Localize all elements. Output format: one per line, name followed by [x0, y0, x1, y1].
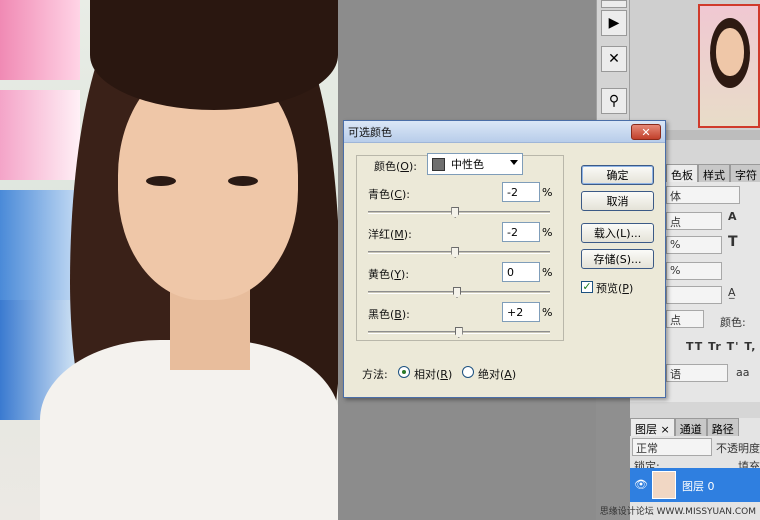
shelf-decor	[0, 190, 80, 300]
slider-track[interactable]	[368, 287, 550, 298]
type-style-buttons[interactable]: TT Tr T' T,	[686, 340, 756, 353]
method-relative-radio[interactable]	[398, 366, 410, 378]
blend-mode-text: 正常	[636, 442, 658, 455]
scale-unit: %	[670, 238, 681, 251]
tool-icon[interactable]	[601, 0, 627, 8]
layer-row[interactable]: 👁 图层 0	[630, 468, 760, 502]
color-label: 颜色:	[720, 316, 746, 329]
chevron-down-icon	[510, 160, 518, 165]
layer-thumbnail	[652, 471, 676, 499]
watermark: 思缘设计论坛 WWW.MISSYUAN.COM	[599, 507, 756, 517]
slider-value-input[interactable]: +2	[502, 302, 540, 322]
tab-layers[interactable]: 图层 ×	[630, 418, 675, 436]
ok-button[interactable]: 确定	[581, 165, 654, 185]
layer-name: 图层 0	[682, 480, 715, 493]
hair-top	[90, 0, 338, 110]
shelf-decor	[0, 90, 80, 180]
tab-paths[interactable]: 路径	[706, 418, 739, 436]
baseline-unit: 点	[670, 314, 681, 327]
method-label: 方法:	[362, 368, 388, 381]
slider-value-input[interactable]: -2	[502, 222, 540, 242]
dialog-title: 可选颜色	[348, 125, 392, 139]
percent-sign: %	[542, 226, 553, 239]
color-label: 颜色(O):	[374, 160, 417, 173]
baseline-icon: A̲	[728, 286, 736, 299]
slider-label: 黑色(B):	[368, 308, 410, 321]
preview-checkbox[interactable]: ✓	[581, 281, 593, 293]
slider-label: 黄色(Y):	[368, 268, 410, 281]
percent-sign: %	[542, 186, 553, 199]
slider-track[interactable]	[368, 207, 550, 218]
navigator-thumbnail[interactable]	[698, 4, 760, 128]
tab-swatches[interactable]: 色板	[666, 164, 698, 182]
method-absolute-label: 绝对(A)	[478, 368, 517, 381]
kerning-field[interactable]	[666, 286, 722, 304]
language-text: 语	[670, 368, 681, 381]
leading-icon: A	[728, 210, 737, 223]
tools-icon[interactable]: ✕	[601, 46, 627, 72]
dialog-titlebar[interactable]: 可选颜色 ✕	[344, 121, 665, 143]
photo-canvas[interactable]	[0, 0, 338, 520]
tab-character[interactable]: 字符	[730, 164, 760, 182]
eye-right	[228, 176, 258, 186]
load-button[interactable]: 载入(L)...	[581, 223, 654, 243]
shelf-decor	[0, 0, 80, 80]
color-select[interactable]: 中性色	[427, 153, 523, 175]
selective-color-dialog: 可选颜色 ✕ 颜色(O): 中性色 青色(C): -2% 洋红(M): -2% 黄色(Y…	[343, 120, 666, 398]
close-icon[interactable]: ✕	[631, 124, 661, 140]
character-tabs: 色板 样式 字符	[666, 164, 760, 182]
method-absolute-radio[interactable]	[462, 366, 474, 378]
slider-value-input[interactable]: -2	[502, 182, 540, 202]
opacity-label: 不透明度	[716, 442, 760, 455]
save-button[interactable]: 存储(S)...	[581, 249, 654, 269]
eye-icon[interactable]: 👁	[634, 478, 648, 491]
tab-styles[interactable]: 样式	[698, 164, 730, 182]
eye-left	[146, 176, 176, 186]
slider-label: 青色(C):	[368, 188, 410, 201]
percent-sign: %	[542, 266, 553, 279]
navigator-panel	[630, 0, 760, 140]
tracking-unit: %	[670, 264, 681, 277]
slider-label: 洋红(M):	[368, 228, 412, 241]
slider-track[interactable]	[368, 327, 550, 338]
play-icon[interactable]: ▶	[601, 10, 627, 36]
plug-icon[interactable]: ⚲	[601, 88, 627, 114]
tab-channels[interactable]: 通道	[674, 418, 707, 436]
color-select-value: 中性色	[451, 158, 484, 171]
font-family-text: 体	[670, 190, 681, 203]
percent-sign: %	[542, 306, 553, 319]
neutral-swatch-icon	[432, 157, 445, 171]
cancel-button[interactable]: 取消	[581, 191, 654, 211]
preview-label: 预览(P)	[596, 282, 634, 295]
slider-value-input[interactable]: 0	[502, 262, 540, 282]
vertical-scale-icon: T	[728, 234, 738, 250]
tool-strip: ▶ ✕ ⚲	[596, 0, 630, 125]
slider-track[interactable]	[368, 247, 550, 258]
layer-tabs: 图层 × 通道 路径	[630, 418, 739, 436]
font-size-unit: 点	[670, 216, 681, 229]
method-relative-label: 相对(R)	[414, 368, 453, 381]
antialias-label: aa	[736, 366, 750, 379]
